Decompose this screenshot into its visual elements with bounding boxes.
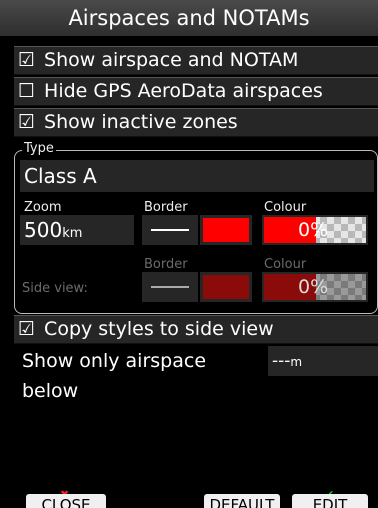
side-fill-colour-picker[interactable]: 0% (262, 272, 368, 302)
side-border-color-swatch[interactable] (200, 272, 252, 302)
edit-button[interactable]: EDIT (292, 494, 368, 508)
page-title: Airspaces and NOTAMs (0, 0, 378, 36)
show-below-unit: m (290, 355, 303, 369)
zoom-input[interactable]: 500km (20, 215, 134, 245)
border-label: Border (144, 200, 188, 215)
hide-gps-aerodata-checkbox[interactable]: ☐ Hide GPS AeroData airspaces (14, 77, 378, 106)
checkbox-label: Show airspace and NOTAM (44, 49, 299, 71)
checkbox-label: Copy styles to side view (44, 318, 274, 340)
fill-opacity-value: 0% (298, 219, 329, 241)
zoom-unit: km (62, 226, 83, 241)
border-line-style[interactable] (142, 215, 198, 245)
copy-styles-checkbox[interactable]: ☑ Copy styles to side view (14, 315, 378, 344)
colour-label: Colour (264, 200, 307, 215)
show-below-value: --- (272, 351, 291, 371)
show-inactive-zones-checkbox[interactable]: ☑ Show inactive zones (14, 108, 378, 137)
side-border-label: Border (144, 257, 188, 272)
zoom-value: 500 (24, 218, 63, 242)
side-colour-label: Colour (264, 257, 307, 272)
checkbox-label: Show inactive zones (44, 111, 238, 133)
close-button[interactable]: CLOSE (26, 494, 106, 508)
checkbox-icon: ☑ (18, 49, 36, 71)
border-color-swatch[interactable] (200, 215, 252, 245)
show-below-input[interactable]: ---m (268, 346, 378, 376)
side-fill-opacity-value: 0% (298, 276, 329, 298)
fill-colour-picker[interactable]: 0% (262, 215, 368, 245)
zoom-label: Zoom (24, 200, 62, 215)
type-group-legend: Type (22, 141, 56, 156)
checkbox-icon: ☐ (18, 80, 36, 102)
side-border-line-style[interactable] (142, 272, 198, 302)
side-view-label: Side view: (22, 281, 88, 296)
show-airspace-checkbox[interactable]: ☑ Show airspace and NOTAM (14, 46, 378, 75)
default-button[interactable]: DEFAULT (204, 494, 280, 508)
checkbox-label: Hide GPS AeroData airspaces (44, 80, 323, 102)
airspace-class-select[interactable]: Class A (20, 160, 374, 192)
show-below-label: Show only airspace below (14, 346, 266, 402)
checkbox-icon: ☑ (18, 111, 36, 133)
checkbox-icon: ☑ (18, 318, 36, 340)
